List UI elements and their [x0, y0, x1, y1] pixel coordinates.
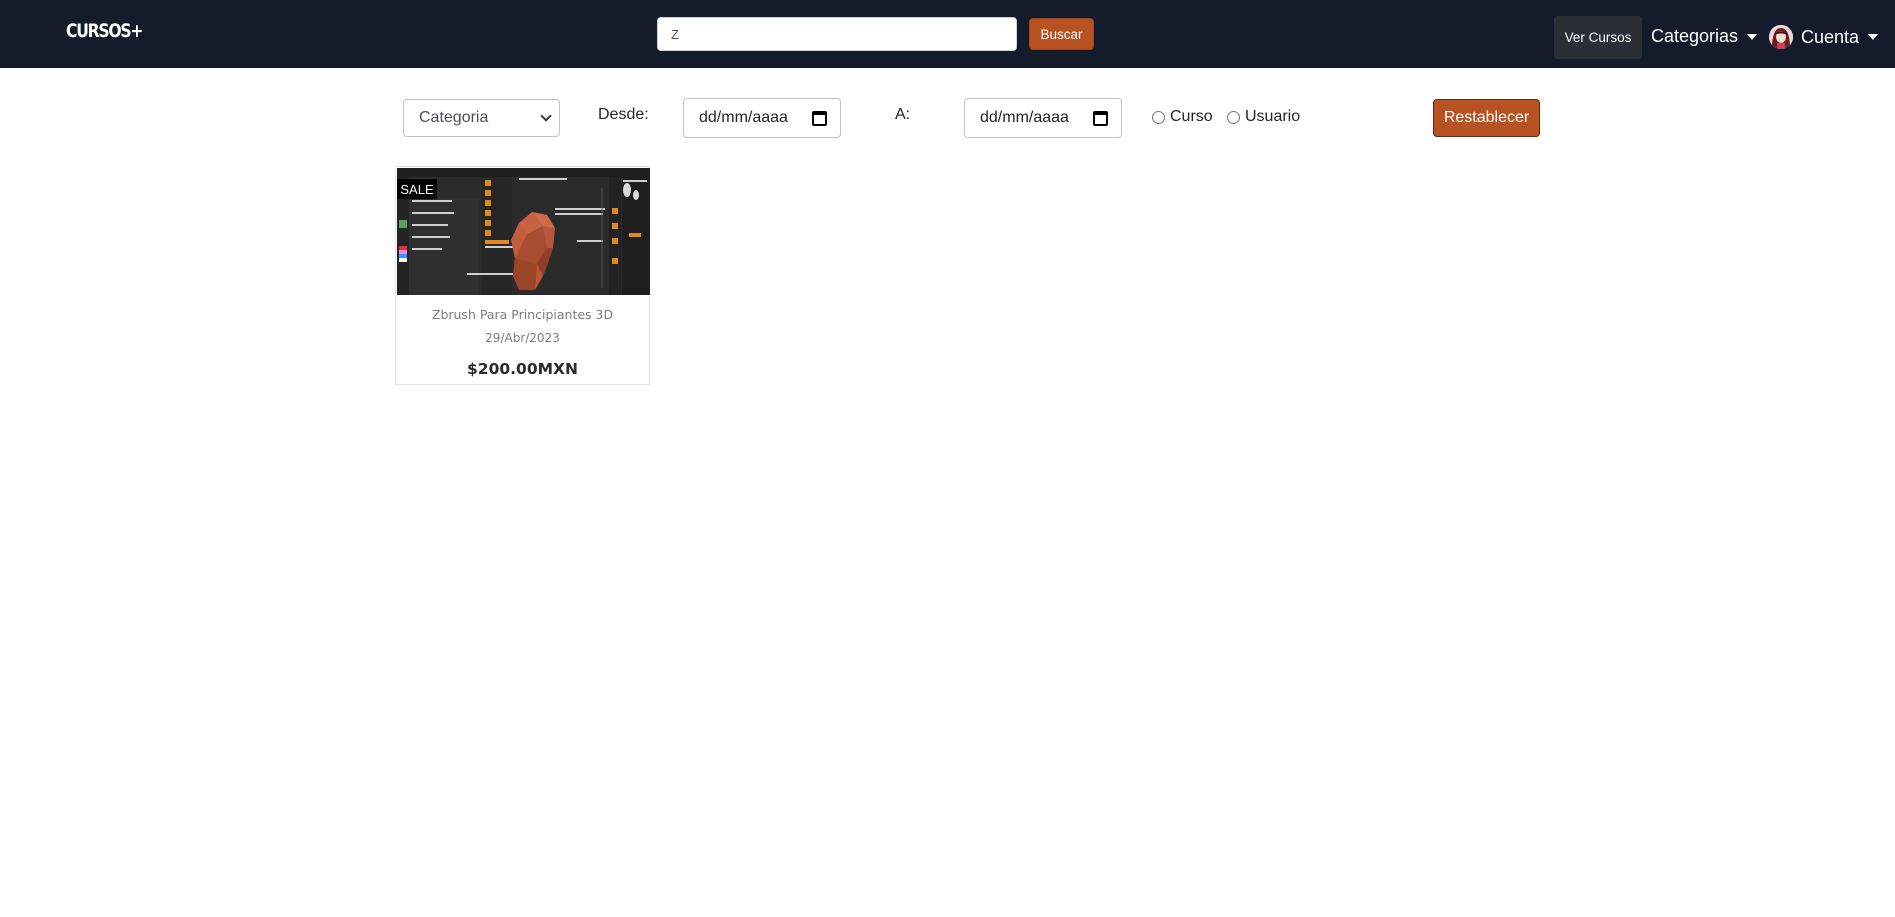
brand-logo[interactable]: CURSOS+ — [66, 20, 143, 42]
category-select[interactable]: Categoria — [403, 99, 560, 137]
radio-usuario-label[interactable]: Usuario — [1245, 108, 1300, 126]
navbar: CURSOS+ Buscar Ver Cursos Categorias Cue… — [0, 0, 1895, 68]
course-date: 29/Abr/2023 — [485, 331, 560, 345]
to-date-input[interactable]: dd/mm/aaaa — [964, 98, 1122, 138]
account-dropdown[interactable]: Cuenta — [1769, 25, 1879, 49]
radio-curso[interactable] — [1152, 111, 1165, 124]
course-title[interactable]: Zbrush Para Principiantes 3D — [396, 307, 649, 322]
ver-cursos-button[interactable]: Ver Cursos — [1554, 16, 1642, 59]
avatar — [1769, 25, 1793, 49]
categorias-dropdown[interactable]: Categorias — [1651, 26, 1758, 47]
radio-curso-label[interactable]: Curso — [1170, 108, 1213, 126]
to-date-label: A: — [895, 106, 911, 123]
course-price: $200.00MXN — [467, 360, 578, 378]
from-date-label: Desde: — [598, 106, 649, 123]
radio-usuario[interactable] — [1227, 111, 1240, 124]
categorias-label: Categorias — [1651, 26, 1739, 46]
to-date-value: dd/mm/aaaa — [980, 109, 1069, 126]
course-thumbnail[interactable]: SALE — [397, 168, 650, 295]
reset-button[interactable]: Restablecer — [1433, 99, 1540, 137]
account-label: Cuenta — [1801, 26, 1860, 47]
calendar-icon[interactable] — [812, 111, 827, 126]
search-button[interactable]: Buscar — [1029, 18, 1094, 50]
chevron-down-icon — [540, 110, 552, 122]
sale-badge: SALE — [397, 179, 437, 199]
from-date-value: dd/mm/aaaa — [699, 109, 788, 126]
category-select-value: Categoria — [419, 109, 489, 126]
ver-cursos-label: Ver Cursos — [1564, 30, 1632, 45]
calendar-icon[interactable] — [1093, 111, 1108, 126]
chevron-down-icon — [1747, 33, 1758, 40]
from-date-input[interactable]: dd/mm/aaaa — [683, 98, 841, 138]
chevron-down-icon — [1868, 34, 1879, 40]
search-input[interactable] — [657, 17, 1017, 51]
course-card[interactable]: SALE Zbrush Para Principiantes 3D 29/Abr… — [395, 166, 650, 385]
